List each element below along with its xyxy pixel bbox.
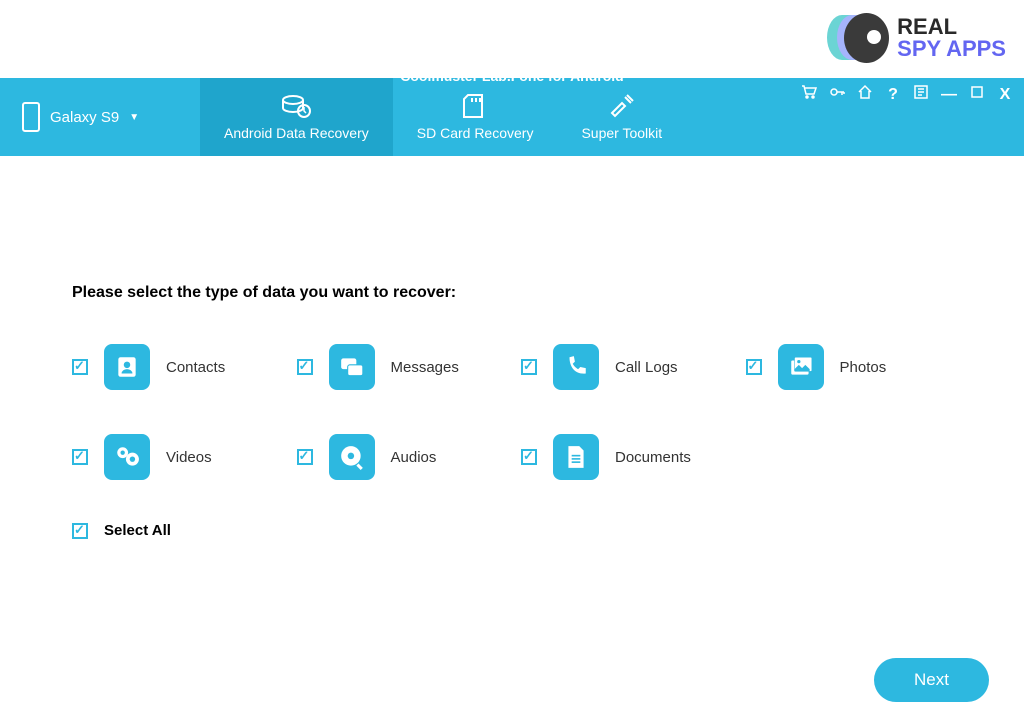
close-button[interactable]: X — [996, 86, 1014, 104]
photos-icon — [778, 344, 824, 390]
chevron-down-icon: ▼ — [129, 112, 139, 123]
item-label: Contacts — [166, 359, 225, 376]
item-photos[interactable]: Photos — [746, 344, 953, 390]
help-icon[interactable]: ? — [884, 86, 902, 104]
tab-label: Super Toolkit — [581, 125, 662, 141]
app-title: Coolmuster Lab.Fone for Android — [400, 68, 623, 84]
item-label: Photos — [840, 359, 887, 376]
videos-icon — [104, 434, 150, 480]
data-type-grid: Contacts Messages Call Logs Photos — [72, 344, 952, 480]
content-area: Please select the type of data you want … — [0, 156, 1024, 724]
tab-label: SD Card Recovery — [417, 125, 534, 141]
tab-super-toolkit[interactable]: Super Toolkit — [557, 78, 686, 156]
item-call-logs[interactable]: Call Logs — [521, 344, 728, 390]
contacts-icon — [104, 344, 150, 390]
watermark-logo-icon — [827, 10, 887, 65]
documents-icon — [553, 434, 599, 480]
device-selector[interactable]: Galaxy S9 ▼ — [0, 78, 200, 156]
item-label: Documents — [615, 449, 691, 466]
item-label: Call Logs — [615, 359, 678, 376]
checkbox-select-all[interactable] — [72, 523, 88, 539]
select-all-label: Select All — [104, 522, 171, 539]
device-name: Galaxy S9 — [50, 109, 119, 126]
checkbox-audios[interactable] — [297, 449, 313, 465]
item-label: Audios — [391, 449, 437, 466]
sd-card-icon — [460, 93, 490, 119]
checkbox-contacts[interactable] — [72, 359, 88, 375]
select-all-row[interactable]: Select All — [72, 522, 952, 539]
recovery-icon — [281, 93, 311, 119]
window-controls: ? — X — [800, 84, 1014, 105]
key-icon[interactable] — [828, 84, 846, 105]
audios-icon — [329, 434, 375, 480]
watermark-text: REAL SPY APPS — [897, 16, 1006, 60]
tab-label: Android Data Recovery — [224, 125, 369, 141]
home-icon[interactable] — [856, 84, 874, 105]
messages-icon — [329, 344, 375, 390]
item-audios[interactable]: Audios — [297, 434, 504, 480]
watermark: REAL SPY APPS — [827, 10, 1006, 65]
app-header: Coolmuster Lab.Fone for Android Galaxy S… — [0, 78, 1024, 156]
item-contacts[interactable]: Contacts — [72, 344, 279, 390]
item-messages[interactable]: Messages — [297, 344, 504, 390]
item-label: Messages — [391, 359, 459, 376]
phone-icon — [553, 344, 599, 390]
tabs: Android Data Recovery SD Card Recovery S… — [200, 78, 686, 156]
maximize-button[interactable] — [968, 85, 986, 104]
checkbox-documents[interactable] — [521, 449, 537, 465]
phone-icon — [22, 102, 40, 132]
feedback-icon[interactable] — [912, 84, 930, 105]
item-documents[interactable]: Documents — [521, 434, 728, 480]
tab-sd-card-recovery[interactable]: SD Card Recovery — [393, 78, 558, 156]
tab-android-data-recovery[interactable]: Android Data Recovery — [200, 78, 393, 156]
checkbox-photos[interactable] — [746, 359, 762, 375]
item-label: Videos — [166, 449, 212, 466]
toolkit-icon — [607, 93, 637, 119]
minimize-button[interactable]: — — [940, 86, 958, 104]
next-button[interactable]: Next — [874, 658, 989, 702]
item-videos[interactable]: Videos — [72, 434, 279, 480]
cart-icon[interactable] — [800, 84, 818, 105]
checkbox-videos[interactable] — [72, 449, 88, 465]
prompt-text: Please select the type of data you want … — [72, 284, 952, 302]
checkbox-messages[interactable] — [297, 359, 313, 375]
checkbox-call-logs[interactable] — [521, 359, 537, 375]
